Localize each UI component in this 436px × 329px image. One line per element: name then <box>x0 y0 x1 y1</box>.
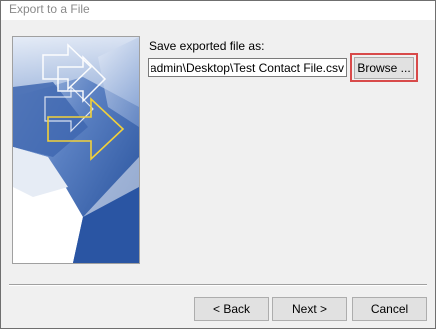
footer-separator <box>9 284 427 286</box>
next-button[interactable]: Next > <box>272 297 347 321</box>
browse-button[interactable]: Browse ... <box>354 57 414 79</box>
back-button[interactable]: < Back <box>194 297 269 321</box>
export-wizard-graphic-icon <box>12 36 140 264</box>
save-as-label: Save exported file as: <box>149 39 265 53</box>
file-path-input[interactable] <box>148 58 347 77</box>
title-bar: Export to a File <box>1 1 435 20</box>
export-dialog: Export to a File Save exported file as: … <box>0 0 436 329</box>
window-title: Export to a File <box>9 2 90 16</box>
cancel-button[interactable]: Cancel <box>352 297 427 321</box>
